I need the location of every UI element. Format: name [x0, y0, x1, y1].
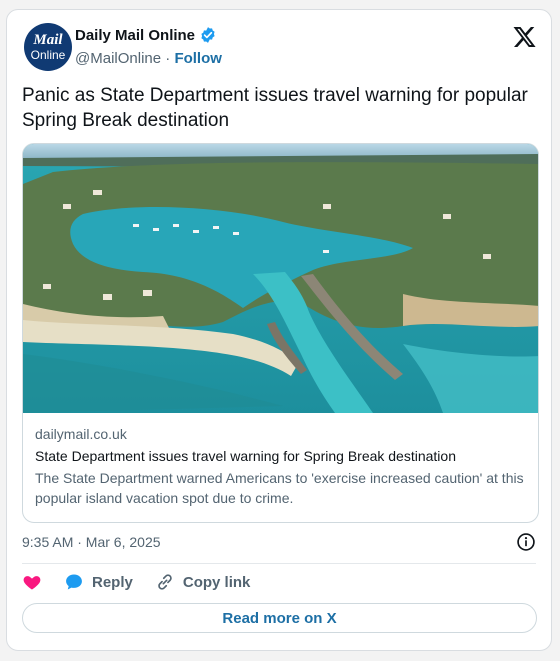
copy-link-label: Copy link [182, 573, 251, 591]
embedded-post-card: Mail Online Daily Mail Online @MailOnlin… [6, 9, 552, 651]
separator-dot: · [165, 50, 171, 67]
heart-icon [23, 576, 41, 590]
action-bar: Reply Copy link [22, 572, 272, 592]
avatar-line1: Mail [33, 32, 63, 48]
reply-bubble-icon [66, 574, 82, 590]
account-name-row[interactable]: Daily Mail Online [75, 26, 217, 44]
link-domain: dailymail.co.uk [35, 426, 127, 442]
link-description: The State Department warned Americans to… [35, 470, 524, 506]
display-name[interactable]: Daily Mail Online [75, 27, 195, 44]
follow-button[interactable]: Follow [174, 50, 222, 67]
post-text: Panic as State Department issues travel … [22, 85, 528, 131]
like-button[interactable] [22, 572, 42, 592]
handle-row: @MailOnline · Follow [75, 50, 222, 67]
reply-button[interactable]: Reply [64, 572, 133, 592]
verified-badge-icon [201, 27, 215, 43]
link-card-info[interactable]: dailymail.co.uk State Department issues … [35, 426, 526, 508]
divider [22, 563, 536, 564]
link-card[interactable]: dailymail.co.uk State Department issues … [22, 143, 539, 523]
info-icon[interactable] [516, 532, 536, 552]
read-more-button[interactable]: Read more on X [22, 603, 537, 633]
copy-link-button[interactable]: Copy link [155, 572, 251, 592]
reply-label: Reply [92, 573, 133, 591]
aerial-island-photo[interactable] [23, 144, 539, 413]
post-timestamp[interactable]: 9:35 AM · Mar 6, 2025 [22, 534, 161, 550]
avatar[interactable]: Mail Online [24, 23, 72, 71]
avatar-line2: Online [30, 48, 66, 62]
link-icon [158, 574, 172, 590]
x-logo-icon[interactable] [512, 25, 536, 49]
link-title[interactable]: State Department issues travel warning f… [35, 448, 526, 464]
account-handle[interactable]: @MailOnline [75, 50, 161, 67]
